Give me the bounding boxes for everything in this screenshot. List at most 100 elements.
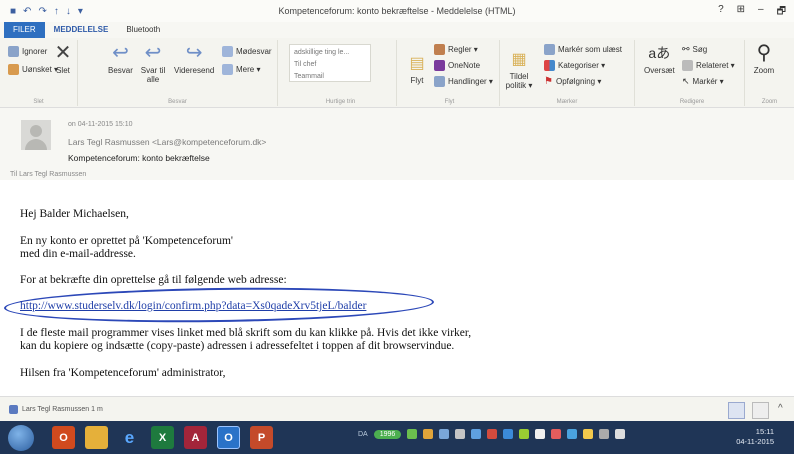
translate-button[interactable]: aあ Oversæt: [644, 42, 675, 76]
office-app-icon[interactable]: O: [52, 426, 75, 449]
ignore-button[interactable]: Ignorer: [8, 46, 47, 57]
categorize-button[interactable]: Kategoriser ▾: [544, 60, 605, 71]
tray-icon[interactable]: [439, 429, 450, 439]
network-icon[interactable]: [599, 429, 610, 439]
edit-group-label: Redigere: [679, 99, 705, 105]
internet-explorer-icon[interactable]: e: [118, 426, 141, 449]
delete-group: Ignorer Uønsket ▾ ✕ Slet Slet: [0, 40, 78, 106]
tray-icon[interactable]: [583, 429, 594, 439]
up-arrow-icon[interactable]: ↑: [54, 6, 59, 17]
meeting-button[interactable]: Mødesvar: [222, 46, 272, 57]
outlook-icon[interactable]: O: [217, 426, 240, 449]
rules-icon: [434, 44, 445, 55]
flag-icon: ⚑: [544, 76, 553, 87]
reply-button[interactable]: ↩ Besvar: [108, 42, 133, 76]
save-icon[interactable]: ■: [10, 6, 16, 17]
followup-button[interactable]: ⚑ Opfølgning ▾: [544, 76, 601, 87]
quick-step-item[interactable]: adskillige ting le...: [294, 47, 366, 59]
start-button-icon[interactable]: [8, 424, 34, 451]
volume-icon[interactable]: [615, 429, 626, 439]
body-line-3: For at bekræfte din oprettelse gå til fø…: [20, 274, 287, 286]
avatar: [21, 120, 51, 150]
forward-icon: ↪: [185, 41, 203, 64]
tray-icon[interactable]: [487, 429, 498, 439]
quick-steps-group: adskillige ting le... Til chef Teammail …: [285, 40, 397, 106]
undo-icon[interactable]: ↶: [23, 6, 31, 17]
quick-steps-gallery[interactable]: adskillige ting le... Til chef Teammail: [289, 44, 371, 82]
onenote-icon: [434, 60, 445, 71]
tray-icon[interactable]: [567, 429, 578, 439]
quick-step-item[interactable]: Til chef: [294, 59, 366, 71]
onenote-button[interactable]: OneNote: [434, 60, 480, 71]
zoom-group-label: Zoom: [761, 99, 778, 105]
excel-icon[interactable]: X: [151, 426, 174, 449]
customize-icon[interactable]: ▾: [78, 6, 83, 17]
search-button[interactable]: ⚯ Søg: [682, 44, 707, 55]
tray-icon[interactable]: [535, 429, 546, 439]
move-button[interactable]: ▤ Flyt: [406, 52, 428, 85]
language-indicator[interactable]: DA: [358, 431, 368, 438]
access-icon[interactable]: A: [184, 426, 207, 449]
help-button[interactable]: ?: [718, 4, 724, 21]
closing-text: Hilsen fra 'Kompetenceforum' administrat…: [20, 367, 226, 379]
system-tray: DA 1996: [358, 429, 626, 439]
taskbar-clock[interactable]: 15:11 04-11-2015: [736, 427, 774, 447]
respond-group-label: Besvar: [168, 99, 187, 105]
body-line-1: En ny konto er oprettet på 'Kompetencefo…: [20, 235, 233, 247]
avatar-body: [25, 139, 47, 150]
mark-unread-button[interactable]: Markér som ulæst: [544, 44, 622, 55]
tray-icon[interactable]: [551, 429, 562, 439]
junk-button[interactable]: Uønsket ▾: [8, 64, 58, 75]
down-arrow-icon[interactable]: ↓: [66, 6, 71, 17]
assign-policy-button[interactable]: ▦ Tildel politik ▾: [504, 48, 534, 90]
ribbon-display-button[interactable]: ⊞: [737, 4, 745, 21]
actions-button[interactable]: Handlinger ▾: [434, 76, 493, 87]
zoom-button[interactable]: ⚲ Zoom: [753, 41, 775, 76]
forward-button[interactable]: ↪ Videresend: [174, 41, 214, 76]
file-explorer-icon[interactable]: [85, 426, 108, 449]
delete-button[interactable]: ✕ Slet: [52, 41, 74, 76]
minimize-button[interactable]: –: [758, 4, 764, 21]
tray-icon[interactable]: [519, 429, 530, 439]
reply-all-button[interactable]: ↩ Svar til alle: [140, 42, 166, 85]
message-header: on 04-11-2015 15:10 Lars Tegl Rasmussen …: [0, 108, 794, 180]
people-view-icon[interactable]: [728, 402, 745, 419]
message-date: on 04-11-2015 15:10: [68, 121, 133, 128]
confirmation-link[interactable]: http://www.studerselv.dk/login/confirm.p…: [20, 300, 366, 313]
person-view-icon[interactable]: [752, 402, 769, 419]
tray-icon[interactable]: [471, 429, 482, 439]
clock-date: 04-11-2015: [736, 437, 774, 446]
redo-icon[interactable]: ↷: [38, 6, 46, 17]
related-icon: [682, 60, 693, 71]
tray-icon[interactable]: [503, 429, 514, 439]
tray-icon[interactable]: [455, 429, 466, 439]
tab-bluetooth[interactable]: Bluetooth: [117, 22, 169, 38]
magnifier-icon: ⚲: [756, 41, 772, 64]
message-sender[interactable]: Lars Tegl Rasmussen <Lars@kompetenceforu…: [68, 137, 266, 147]
tab-meddelelse[interactable]: MEDDELELSE: [45, 22, 118, 38]
related-button[interactable]: Relateret ▾: [682, 60, 735, 71]
ignore-icon: [8, 46, 19, 57]
tray-icon[interactable]: [423, 429, 434, 439]
delete-x-icon: ✕: [54, 41, 72, 64]
tray-icon[interactable]: [407, 429, 418, 439]
quick-step-item[interactable]: Teammail: [294, 71, 366, 83]
tab-filer[interactable]: FILER: [4, 22, 45, 38]
respond-group: ↩ Besvar ↩ Svar til alle ↪ Videresend Mø…: [78, 40, 278, 106]
powerpoint-icon[interactable]: P: [250, 426, 273, 449]
restore-button[interactable]: 🗗: [777, 4, 786, 21]
more-icon: [222, 64, 233, 75]
rules-button[interactable]: Regler ▾: [434, 44, 478, 55]
move-group-label: Flyt: [444, 99, 455, 105]
select-button[interactable]: ↖ Markér ▾: [682, 76, 724, 87]
category-icon: [544, 60, 555, 71]
collapse-icon[interactable]: ^: [778, 403, 783, 414]
tags-group-label: Mærker: [556, 99, 578, 105]
tray-badge[interactable]: 1996: [373, 429, 402, 439]
people-pane-person[interactable]: Lars Tegl Rasmussen 1 m: [9, 405, 103, 414]
message-subject: Kompetenceforum: konto bekræftelse: [68, 153, 210, 163]
message-recipient[interactable]: Til Lars Tegl Rasmussen: [10, 171, 86, 178]
more-respond-button[interactable]: Mere ▾: [222, 64, 260, 75]
body-line-4: I de fleste mail programmer vises linket…: [20, 327, 472, 339]
delete-group-label: Slet: [33, 99, 44, 105]
